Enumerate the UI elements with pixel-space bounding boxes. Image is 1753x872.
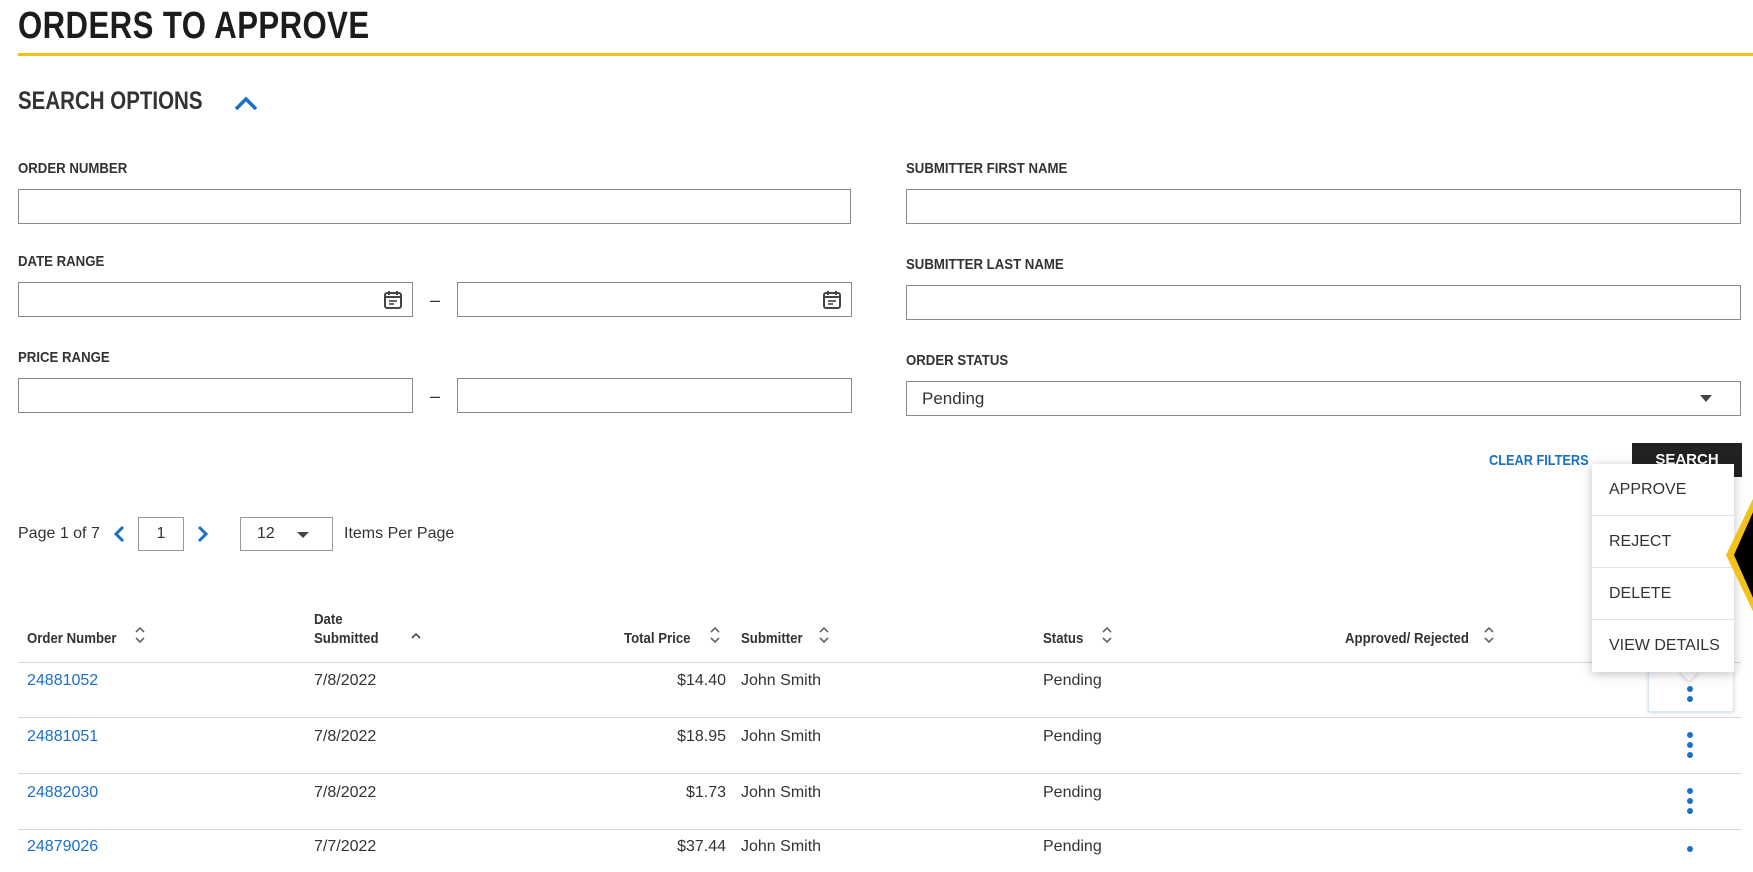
search-options-heading[interactable]: SEARCH OPTIONS [18, 86, 243, 116]
row-divider [18, 773, 1741, 774]
chevron-left-icon[interactable] [112, 524, 126, 544]
sort-icon[interactable] [1482, 624, 1496, 646]
column-approved-rejected[interactable]: Approved/ Rejected [1345, 630, 1469, 647]
order-number-label: ORDER NUMBER [18, 160, 128, 177]
order-number-link[interactable]: 24881051 [27, 728, 98, 746]
row-actions-menu: APPROVE REJECT DELETE VIEW DETAILS [1592, 464, 1734, 672]
clear-filters-link[interactable]: CLEAR FILTERS [1489, 452, 1589, 469]
sort-icon[interactable] [817, 624, 831, 646]
more-vertical-icon[interactable] [1687, 686, 1693, 712]
items-per-page-label: Items Per Page [344, 525, 455, 542]
sort-icon[interactable] [133, 624, 147, 646]
price-min-input[interactable] [18, 378, 413, 413]
column-date-submitted-line1[interactable]: Date [314, 611, 343, 628]
date-to-input[interactable] [457, 282, 852, 317]
menu-item-approve[interactable]: APPROVE [1592, 464, 1734, 516]
submitter-cell: John Smith [741, 672, 822, 689]
sort-icon[interactable] [708, 624, 722, 646]
order-status-select[interactable]: Pending [906, 381, 1741, 416]
table-header-divider [18, 662, 1741, 663]
price-cell: $37.44 [677, 838, 726, 855]
date-cell: 7/8/2022 [314, 784, 377, 801]
callout-arrow-icon [1726, 498, 1753, 612]
menu-item-delete[interactable]: DELETE [1592, 568, 1734, 620]
price-cell: $14.40 [677, 672, 726, 689]
date-range-label: DATE RANGE [18, 253, 105, 270]
chevron-up-icon[interactable] [232, 94, 260, 112]
caret-down-icon[interactable] [1700, 395, 1712, 402]
price-cell: $1.73 [685, 784, 726, 801]
row-divider [18, 717, 1741, 718]
status-cell: Pending [1043, 838, 1102, 855]
sort-icon[interactable] [1100, 624, 1114, 646]
status-cell: Pending [1043, 728, 1102, 745]
calendar-icon[interactable] [383, 290, 403, 310]
submitter-first-name-label: SUBMITTER FIRST NAME [906, 160, 1068, 177]
submitter-cell: John Smith [741, 838, 822, 855]
date-cell: 7/7/2022 [314, 838, 377, 855]
date-cell: 7/8/2022 [314, 728, 377, 745]
calendar-icon[interactable] [822, 290, 842, 310]
price-range-separator: – [430, 386, 441, 406]
submitter-cell: John Smith [741, 728, 822, 745]
column-total-price[interactable]: Total Price [624, 630, 691, 647]
caret-down-icon[interactable] [297, 532, 309, 538]
date-range-separator: – [430, 290, 441, 310]
row-divider [18, 829, 1741, 830]
more-vertical-icon[interactable] [1687, 846, 1693, 872]
submitter-cell: John Smith [741, 784, 822, 801]
column-submitter[interactable]: Submitter [741, 630, 803, 647]
chevron-right-icon[interactable] [196, 524, 210, 544]
page-indicator: Page 1 of 7 [18, 525, 100, 542]
order-number-link[interactable]: 24882030 [27, 784, 98, 802]
sort-ascending-icon[interactable] [409, 628, 423, 650]
submitter-last-name-input[interactable] [906, 285, 1741, 320]
status-cell: Pending [1043, 672, 1102, 689]
column-order-number[interactable]: Order Number [27, 630, 116, 647]
more-vertical-icon[interactable] [1687, 788, 1693, 814]
menu-item-reject[interactable]: REJECT [1592, 516, 1734, 568]
menu-item-view-details[interactable]: VIEW DETAILS [1592, 620, 1734, 672]
order-status-label: ORDER STATUS [906, 352, 1009, 369]
price-cell: $18.95 [677, 728, 726, 745]
column-date-submitted[interactable]: Submitted [314, 630, 379, 647]
order-number-link[interactable]: 24881052 [27, 672, 98, 690]
order-number-link[interactable]: 24879026 [27, 838, 98, 856]
date-from-input[interactable] [18, 282, 413, 317]
page-title: ORDERS TO APPROVE [18, 4, 1753, 56]
order-number-input[interactable] [18, 189, 851, 224]
date-cell: 7/8/2022 [314, 672, 377, 689]
column-status[interactable]: Status [1043, 630, 1083, 647]
search-options-label: SEARCH OPTIONS [18, 86, 203, 115]
page-title-text: ORDERS TO APPROVE [18, 5, 370, 47]
items-per-page-select[interactable]: 12 [240, 517, 333, 551]
submitter-last-name-label: SUBMITTER LAST NAME [906, 256, 1064, 273]
price-max-input[interactable] [457, 378, 852, 413]
more-vertical-icon[interactable] [1687, 732, 1693, 758]
page-number-input[interactable]: 1 [138, 517, 184, 551]
status-cell: Pending [1043, 784, 1102, 801]
order-status-value: Pending [922, 389, 985, 408]
items-per-page-value: 12 [257, 525, 275, 542]
price-range-label: PRICE RANGE [18, 349, 110, 366]
submitter-first-name-input[interactable] [906, 189, 1741, 224]
